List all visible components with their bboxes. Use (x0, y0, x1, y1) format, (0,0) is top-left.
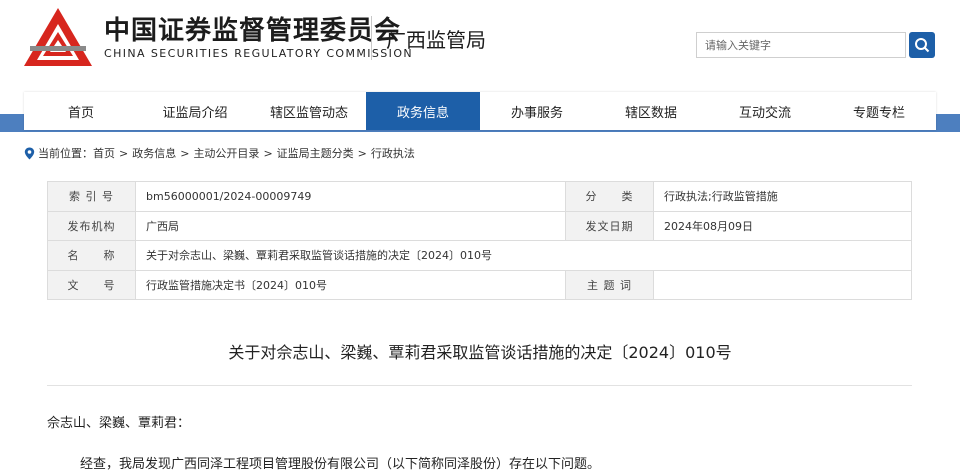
breadcrumb-separator: > (119, 146, 129, 160)
name-value: 关于对佘志山、梁巍、覃莉君采取监管谈话措施的决定〔2024〕010号 (135, 240, 912, 271)
name-label: 名 称 (47, 240, 136, 271)
site-header: 中国证券监督管理委员会 CHINA SECURITIES REGULATORY … (0, 0, 960, 92)
breadcrumb-enforcement[interactable]: 行政执法 (371, 145, 415, 161)
nav-item-topics[interactable]: 专题专栏 (822, 92, 936, 130)
keywords-label: 主 题 词 (565, 269, 654, 300)
org-name-en: CHINA SECURITIES REGULATORY COMMISSION (104, 47, 414, 60)
document-meta-table: 索 引 号 bm56000001/2024-00009749 分 类 行政执法;… (47, 181, 912, 300)
main-nav: 首页 证监局介绍 辖区监管动态 政务信息 办事服务 辖区数据 互动交流 专题专栏 (24, 92, 936, 130)
table-row: 发布机构 广西局 发文日期 2024年08月09日 (47, 210, 912, 241)
article-divider (47, 385, 912, 386)
search-icon (915, 38, 930, 53)
breadcrumb-government-info[interactable]: 政务信息 (132, 145, 176, 161)
breadcrumb-prefix: 当前位置： (38, 147, 93, 160)
breadcrumb-topic-category[interactable]: 证监局主题分类 (277, 145, 354, 161)
search-input[interactable] (696, 32, 906, 58)
index-value: bm56000001/2024-00009749 (135, 181, 566, 212)
category-label: 分 类 (565, 181, 654, 212)
breadcrumb-separator: > (263, 146, 273, 160)
article-title: 关于对佘志山、梁巍、覃莉君采取监管谈话措施的决定〔2024〕010号 (228, 343, 732, 362)
nav-item-home[interactable]: 首页 (24, 92, 138, 130)
table-row: 名 称 关于对佘志山、梁巍、覃莉君采取监管谈话措施的决定〔2024〕010号 (47, 240, 912, 271)
nav-item-about[interactable]: 证监局介绍 (138, 92, 252, 130)
table-row: 文 号 行政监管措施决定书〔2024〕010号 主 题 词 (47, 269, 912, 300)
nav-item-interaction[interactable]: 互动交流 (708, 92, 822, 130)
doc-number-label: 文 号 (47, 269, 136, 300)
date-label: 发文日期 (565, 210, 654, 241)
breadcrumb-separator: > (357, 146, 367, 160)
nav-item-services[interactable]: 办事服务 (480, 92, 594, 130)
publisher-value: 广西局 (135, 210, 566, 241)
breadcrumb: 当前位置： 首页 > 政务信息 > 主动公开目录 > 证监局主题分类 > 行政执… (24, 146, 415, 160)
article-paragraph: 经查，我局发现广西同泽工程项目管理股份有限公司（以下简称同泽股份）存在以下问题。 (80, 457, 601, 472)
date-value: 2024年08月09日 (653, 210, 912, 241)
nav-item-government-info[interactable]: 政务信息 (366, 92, 480, 130)
doc-number-value: 行政监管措施决定书〔2024〕010号 (135, 269, 566, 300)
location-pin-icon (24, 147, 35, 159)
breadcrumb-home[interactable]: 首页 (93, 145, 115, 161)
keywords-value (653, 269, 912, 300)
search-button[interactable] (909, 32, 935, 58)
table-row: 索 引 号 bm56000001/2024-00009749 分 类 行政执法;… (47, 181, 912, 212)
category-value: 行政执法;行政监管措施 (653, 181, 912, 212)
breadcrumb-separator: > (180, 146, 190, 160)
article-salutation: 佘志山、梁巍、覃莉君： (47, 416, 191, 431)
index-label: 索 引 号 (47, 181, 136, 212)
bureau-name: 广西监管局 (386, 28, 486, 52)
nav-item-regional-data[interactable]: 辖区数据 (594, 92, 708, 130)
org-name-cn: 中国证券监督管理委员会 (104, 16, 402, 46)
nav-item-regional-news[interactable]: 辖区监管动态 (252, 92, 366, 130)
csrc-logo-icon[interactable] (22, 6, 94, 68)
header-divider (371, 16, 372, 60)
publisher-label: 发布机构 (47, 210, 136, 241)
breadcrumb-disclosure-catalog[interactable]: 主动公开目录 (193, 145, 259, 161)
